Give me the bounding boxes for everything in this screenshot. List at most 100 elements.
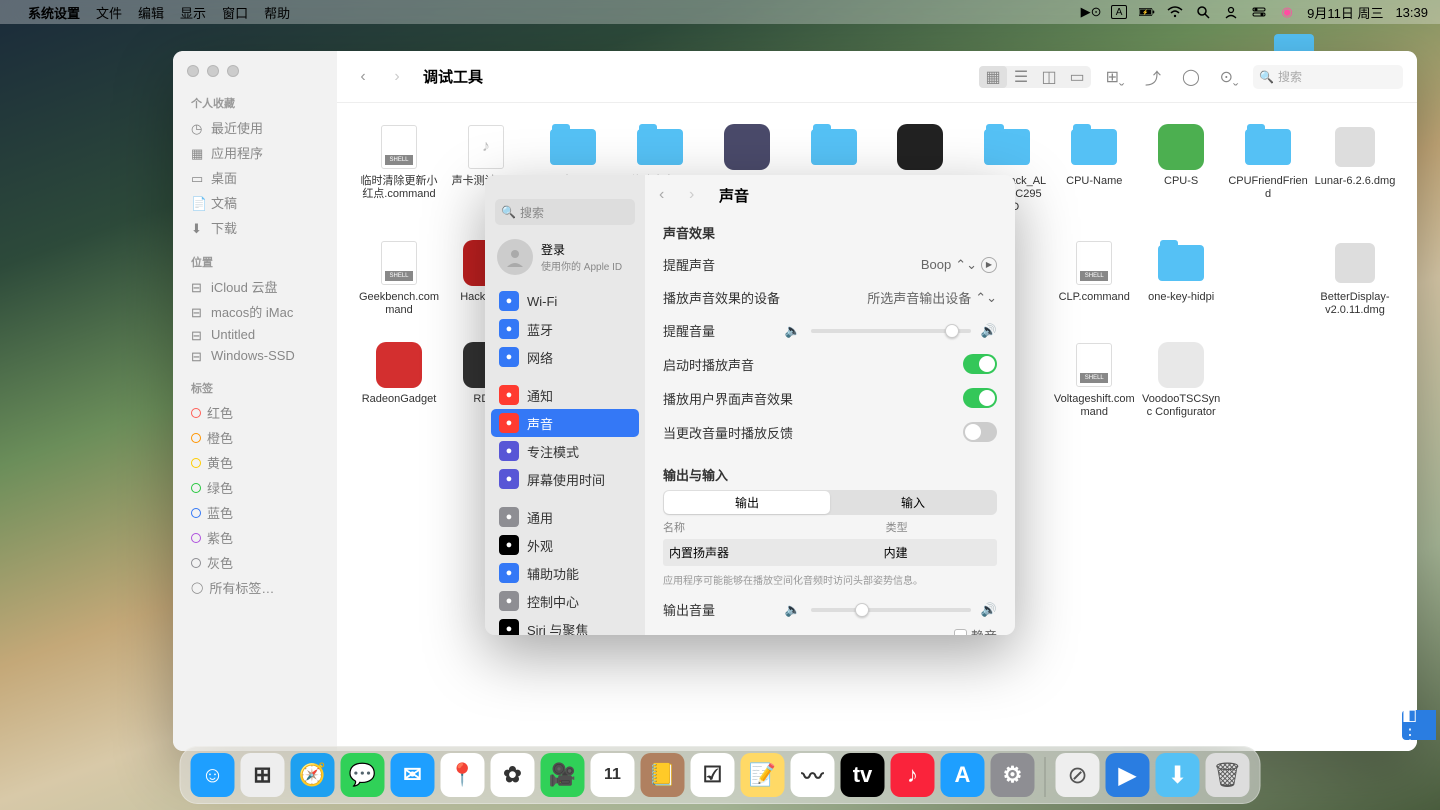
file-item[interactable]: RadeonGadget bbox=[357, 341, 441, 419]
finder-forward-button[interactable]: › bbox=[385, 65, 409, 89]
sidebar-item-macos的 iMac[interactable]: ⊟macos的 iMac bbox=[173, 299, 337, 324]
finder-minimize-button[interactable] bbox=[207, 65, 219, 77]
sidebar-item-Windows-SSD[interactable]: ⊟Windows-SSD bbox=[173, 345, 337, 366]
dock-contacts[interactable]: 📒 bbox=[641, 753, 685, 797]
sidebar-tag-绿色[interactable]: 绿色 bbox=[173, 475, 337, 500]
dock-finder[interactable]: ☺ bbox=[191, 753, 235, 797]
file-item[interactable]: Lunar-6.2.6.dmg bbox=[1313, 123, 1397, 215]
menubar-time[interactable]: 13:39 bbox=[1395, 5, 1428, 20]
finder-more-button[interactable]: ⊙ˬ bbox=[1215, 66, 1243, 88]
startup-sound-toggle[interactable] bbox=[963, 354, 997, 374]
view-icons-button[interactable]: ▦ bbox=[979, 66, 1007, 88]
finder-close-button[interactable] bbox=[187, 65, 199, 77]
menu-file[interactable]: 文件 bbox=[96, 3, 122, 22]
dock-downloads[interactable]: ⬇ bbox=[1156, 753, 1200, 797]
input-method-icon[interactable]: A bbox=[1111, 5, 1127, 19]
dock-notes[interactable]: 📝 bbox=[741, 753, 785, 797]
file-item[interactable]: CPU-S bbox=[1139, 123, 1223, 215]
user-icon[interactable] bbox=[1223, 4, 1239, 20]
output-input-tabs[interactable]: 输出 输入 bbox=[663, 490, 997, 515]
sidebar-tag-紫色[interactable]: 紫色 bbox=[173, 525, 337, 550]
sidebar-all-tags[interactable]: ◯所有标签… bbox=[173, 575, 337, 600]
view-gallery-button[interactable]: ▭ bbox=[1063, 66, 1091, 88]
menu-window[interactable]: 窗口 bbox=[222, 3, 248, 22]
dock-appstore[interactable]: A bbox=[941, 753, 985, 797]
finder-back-button[interactable]: ‹ bbox=[351, 65, 375, 89]
recording-icon[interactable]: ▶⊙ bbox=[1083, 4, 1099, 20]
sidebar-tag-橙色[interactable]: 橙色 bbox=[173, 425, 337, 450]
output-volume-slider[interactable] bbox=[811, 608, 971, 612]
tab-input[interactable]: 输入 bbox=[830, 491, 996, 514]
sidebar-item-文稿[interactable]: 📄文稿 bbox=[173, 190, 337, 215]
file-item[interactable]: VoodooTSCSync Configurator bbox=[1139, 341, 1223, 419]
sidebar-tag-红色[interactable]: 红色 bbox=[173, 400, 337, 425]
play-icon[interactable]: ▶ bbox=[981, 257, 997, 273]
sidebar-item-应用程序[interactable]: ▦应用程序 bbox=[173, 140, 337, 165]
spotlight-icon[interactable] bbox=[1195, 4, 1211, 20]
sidebar-item-Untitled[interactable]: ⊟Untitled bbox=[173, 324, 337, 345]
app-name-menu[interactable]: 系统设置 bbox=[28, 3, 80, 22]
file-item[interactable]: CPUFriendFriend bbox=[1226, 123, 1310, 215]
dock-reminders[interactable]: ☑ bbox=[691, 753, 735, 797]
finder-zoom-button[interactable] bbox=[227, 65, 239, 77]
sidebar-tag-灰色[interactable]: 灰色 bbox=[173, 550, 337, 575]
settings-sidebar-item-通知[interactable]: ●通知 bbox=[491, 381, 639, 409]
alert-sound-dropdown[interactable]: Boop ⌃⌄ ▶ bbox=[921, 257, 997, 273]
control-center-icon[interactable] bbox=[1251, 4, 1267, 20]
alert-volume-slider[interactable] bbox=[811, 329, 971, 333]
sidebar-item-下载[interactable]: ⬇下载 bbox=[173, 215, 337, 240]
dock-mail[interactable]: ✉ bbox=[391, 753, 435, 797]
battery-icon[interactable]: ⚡ bbox=[1139, 4, 1155, 20]
settings-sidebar-item-屏幕使用时间[interactable]: ●屏幕使用时间 bbox=[491, 465, 639, 493]
settings-sidebar-item-Wi-Fi[interactable]: ●Wi-Fi bbox=[491, 287, 639, 315]
sidebar-item-iCloud 云盘[interactable]: ⊟iCloud 云盘 bbox=[173, 274, 337, 299]
sidebar-item-最近使用[interactable]: ◷最近使用 bbox=[173, 115, 337, 140]
sidebar-tag-黄色[interactable]: 黄色 bbox=[173, 450, 337, 475]
tab-output[interactable]: 输出 bbox=[664, 491, 830, 514]
file-item[interactable]: SHELLCLP.command bbox=[1052, 239, 1136, 317]
settings-sidebar-item-网络[interactable]: ●网络 bbox=[491, 343, 639, 371]
dock-disk-utility[interactable]: ⊘ bbox=[1056, 753, 1100, 797]
menu-help[interactable]: 帮助 bbox=[264, 3, 290, 22]
finder-search-input[interactable]: 🔍 搜索 bbox=[1253, 65, 1403, 89]
settings-sidebar-item-外观[interactable]: ●外观 bbox=[491, 531, 639, 559]
finder-share-button[interactable]: ⤴ bbox=[1139, 66, 1167, 88]
dock-trash[interactable]: 🗑 bbox=[1206, 753, 1250, 797]
dock-player[interactable]: ▶ bbox=[1106, 753, 1150, 797]
settings-sidebar-item-专注模式[interactable]: ●专注模式 bbox=[491, 437, 639, 465]
menu-edit[interactable]: 编辑 bbox=[138, 3, 164, 22]
dock-freeform[interactable]: 〰 bbox=[791, 753, 835, 797]
settings-forward-button[interactable]: › bbox=[689, 186, 709, 204]
file-item[interactable]: CPU-Name bbox=[1052, 123, 1136, 215]
dock-tv[interactable]: tv bbox=[841, 753, 885, 797]
dock-calendar[interactable]: 11 bbox=[591, 753, 635, 797]
settings-sidebar-item-声音[interactable]: ●声音 bbox=[491, 409, 639, 437]
dock-settings[interactable]: ⚙ bbox=[991, 753, 1035, 797]
output-device-row[interactable]: 内置扬声器 内建 bbox=[663, 539, 997, 566]
menubar-date[interactable]: 9月11日 周三 bbox=[1307, 3, 1383, 22]
settings-sidebar-item-蓝牙[interactable]: ●蓝牙 bbox=[491, 315, 639, 343]
dock-facetime[interactable]: 🎥 bbox=[541, 753, 585, 797]
menu-view[interactable]: 显示 bbox=[180, 3, 206, 22]
file-item[interactable]: SHELLVoltageshift.command bbox=[1052, 341, 1136, 419]
view-columns-button[interactable]: ◫ bbox=[1035, 66, 1063, 88]
finder-tags-button[interactable]: ◯ bbox=[1177, 66, 1205, 88]
finder-group-button[interactable]: ⊞ˬ bbox=[1101, 66, 1129, 88]
sidebar-item-桌面[interactable]: ▭桌面 bbox=[173, 165, 337, 190]
mute-checkbox[interactable] bbox=[954, 629, 967, 635]
sidebar-tag-蓝色[interactable]: 蓝色 bbox=[173, 500, 337, 525]
apple-id-row[interactable]: 登录 使用你的 Apple ID bbox=[485, 233, 645, 287]
file-item[interactable]: BetterDisplay-v2.0.11.dmg bbox=[1313, 239, 1397, 317]
finder-view-switcher[interactable]: ▦ ☰ ◫ ▭ bbox=[979, 66, 1091, 88]
volume-feedback-toggle[interactable] bbox=[963, 422, 997, 442]
dock-safari[interactable]: 🧭 bbox=[291, 753, 335, 797]
settings-sidebar-item-辅助功能[interactable]: ●辅助功能 bbox=[491, 559, 639, 587]
file-item[interactable]: one-key-hidpi bbox=[1139, 239, 1223, 317]
floating-sidebar-button[interactable]: ◧ ⋮ bbox=[1402, 710, 1436, 740]
settings-search-input[interactable]: 🔍 搜索 bbox=[495, 199, 635, 225]
settings-sidebar-item-Siri 与聚焦[interactable]: ●Siri 与聚焦 bbox=[491, 615, 639, 635]
file-item[interactable]: SHELL临时清除更新小红点.command bbox=[357, 123, 441, 215]
dock-maps[interactable]: 📍 bbox=[441, 753, 485, 797]
dock-launchpad[interactable]: ⊞ bbox=[241, 753, 285, 797]
settings-sidebar-item-控制中心[interactable]: ●控制中心 bbox=[491, 587, 639, 615]
